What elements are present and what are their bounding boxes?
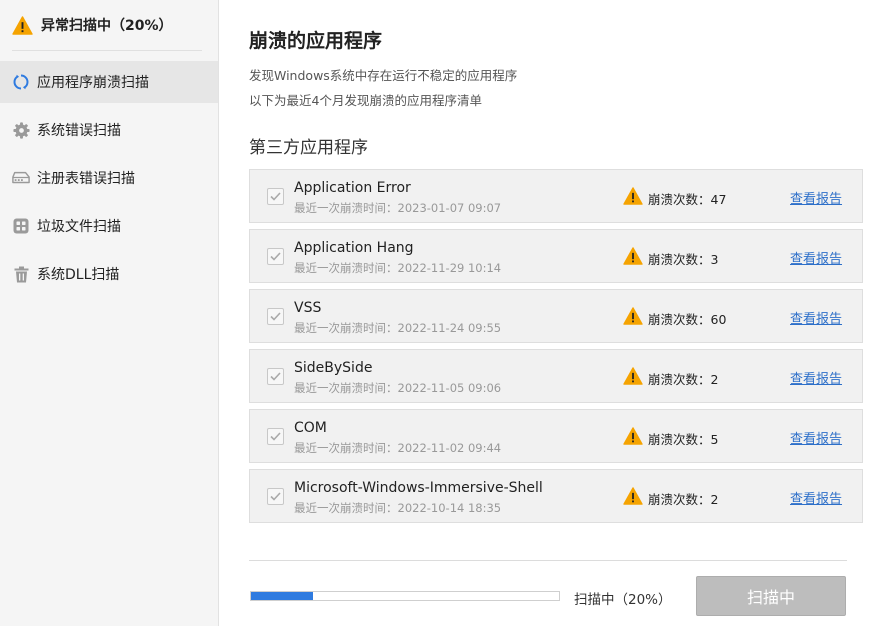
crash-count: 崩溃次数：2	[648, 492, 719, 507]
app-name: Application Error	[294, 180, 411, 196]
app-checkbox[interactable]	[267, 188, 284, 205]
junk-files-icon	[12, 217, 30, 235]
scan-progress-bar	[250, 591, 560, 601]
page-title: 崩溃的应用程序	[249, 30, 383, 52]
last-crash-time: 最近一次崩溃时间：2022-11-02 09:44	[294, 441, 502, 455]
warning-icon	[623, 307, 643, 325]
warning-icon	[623, 487, 643, 505]
last-crash-time: 最近一次崩溃时间：2022-11-24 09:55	[294, 321, 502, 335]
warning-icon	[12, 15, 33, 35]
app-name: Application Hang	[294, 240, 414, 256]
app-checkbox[interactable]	[267, 488, 284, 505]
app-name: Microsoft-Windows-Immersive-Shell	[294, 480, 543, 496]
scan-status-text: 异常扫描中（20%）	[41, 18, 173, 34]
sidebar-item-registry-scan[interactable]: 注册表错误扫描	[0, 157, 218, 199]
scanning-button[interactable]: 扫描中	[696, 576, 846, 616]
last-crash-time: 最近一次崩溃时间：2023-01-07 09:07	[294, 201, 502, 215]
crash-count: 崩溃次数：47	[648, 192, 727, 207]
warning-icon	[623, 247, 643, 265]
refresh-icon	[12, 73, 30, 91]
crash-count: 崩溃次数：2	[648, 372, 719, 387]
sidebar-item-junk-file-scan[interactable]: 垃圾文件扫描	[0, 205, 218, 247]
warning-icon	[623, 367, 643, 385]
footer-divider	[249, 560, 847, 561]
checkmark-icon	[270, 252, 281, 261]
app-checkbox[interactable]	[267, 368, 284, 385]
app-name: VSS	[294, 300, 322, 316]
last-crash-time: 最近一次崩溃时间：2022-10-14 18:35	[294, 501, 502, 515]
sidebar-item-label: 注册表错误扫描	[37, 171, 135, 187]
crash-count: 崩溃次数：5	[648, 432, 719, 447]
crash-count: 崩溃次数：60	[648, 312, 727, 327]
checkmark-icon	[270, 492, 281, 501]
registry-icon	[12, 169, 30, 187]
app-checkbox[interactable]	[267, 248, 284, 265]
warning-icon	[623, 187, 643, 205]
sidebar-item-label: 垃圾文件扫描	[37, 219, 121, 235]
view-report-link[interactable]: 查看报告	[790, 368, 842, 387]
last-crash-time: 最近一次崩溃时间：2022-11-29 10:14	[294, 261, 502, 275]
page-description: 发现Windows系统中存在运行不稳定的应用程序	[249, 68, 518, 83]
checkmark-icon	[270, 192, 281, 201]
app-name: COM	[294, 420, 327, 436]
scan-progress-text: 扫描中（20%）	[574, 592, 672, 608]
list-item: Application Hang 最近一次崩溃时间：2022-11-29 10:…	[249, 229, 863, 283]
scan-status-header: 异常扫描中（20%）	[12, 14, 173, 36]
checkmark-icon	[270, 432, 281, 441]
view-report-link[interactable]: 查看报告	[790, 488, 842, 507]
scan-progress-fill	[251, 592, 313, 600]
list-item: COM 最近一次崩溃时间：2022-11-02 09:44 崩溃次数：5 查看报…	[249, 409, 863, 463]
trash-icon	[12, 265, 30, 283]
page-subdescription: 以下为最近4个月发现崩溃的应用程序清单	[249, 93, 482, 108]
sidebar-divider	[12, 50, 202, 51]
gear-icon	[12, 121, 30, 139]
view-report-link[interactable]: 查看报告	[790, 248, 842, 267]
section-title: 第三方应用程序	[249, 138, 368, 158]
sidebar-item-label: 系统错误扫描	[37, 123, 121, 139]
checkmark-icon	[270, 372, 281, 381]
list-item: Microsoft-Windows-Immersive-Shell 最近一次崩溃…	[249, 469, 863, 523]
crash-count: 崩溃次数：3	[648, 252, 719, 267]
sidebar-item-label: 应用程序崩溃扫描	[37, 75, 149, 91]
view-report-link[interactable]: 查看报告	[790, 188, 842, 207]
sidebar-item-label: 系统DLL扫描	[37, 267, 120, 283]
view-report-link[interactable]: 查看报告	[790, 308, 842, 327]
warning-icon	[623, 427, 643, 445]
sidebar-item-system-error-scan[interactable]: 系统错误扫描	[0, 109, 218, 151]
sidebar: 异常扫描中（20%） 应用程序崩溃扫描 系统错误扫描 注册表错误扫描 垃圾文件扫…	[0, 0, 219, 626]
sidebar-nav: 应用程序崩溃扫描 系统错误扫描 注册表错误扫描 垃圾文件扫描 系统DLL扫描	[0, 61, 218, 301]
view-report-link[interactable]: 查看报告	[790, 428, 842, 447]
crash-app-list: Application Error 最近一次崩溃时间：2023-01-07 09…	[249, 169, 863, 529]
list-item: SideBySide 最近一次崩溃时间：2022-11-05 09:06 崩溃次…	[249, 349, 863, 403]
sidebar-item-app-crash-scan[interactable]: 应用程序崩溃扫描	[0, 61, 218, 103]
list-item: Application Error 最近一次崩溃时间：2023-01-07 09…	[249, 169, 863, 223]
sidebar-item-system-dll-scan[interactable]: 系统DLL扫描	[0, 253, 218, 295]
app-checkbox[interactable]	[267, 428, 284, 445]
list-item: VSS 最近一次崩溃时间：2022-11-24 09:55 崩溃次数：60 查看…	[249, 289, 863, 343]
last-crash-time: 最近一次崩溃时间：2022-11-05 09:06	[294, 381, 502, 395]
app-checkbox[interactable]	[267, 308, 284, 325]
checkmark-icon	[270, 312, 281, 321]
app-name: SideBySide	[294, 360, 373, 376]
